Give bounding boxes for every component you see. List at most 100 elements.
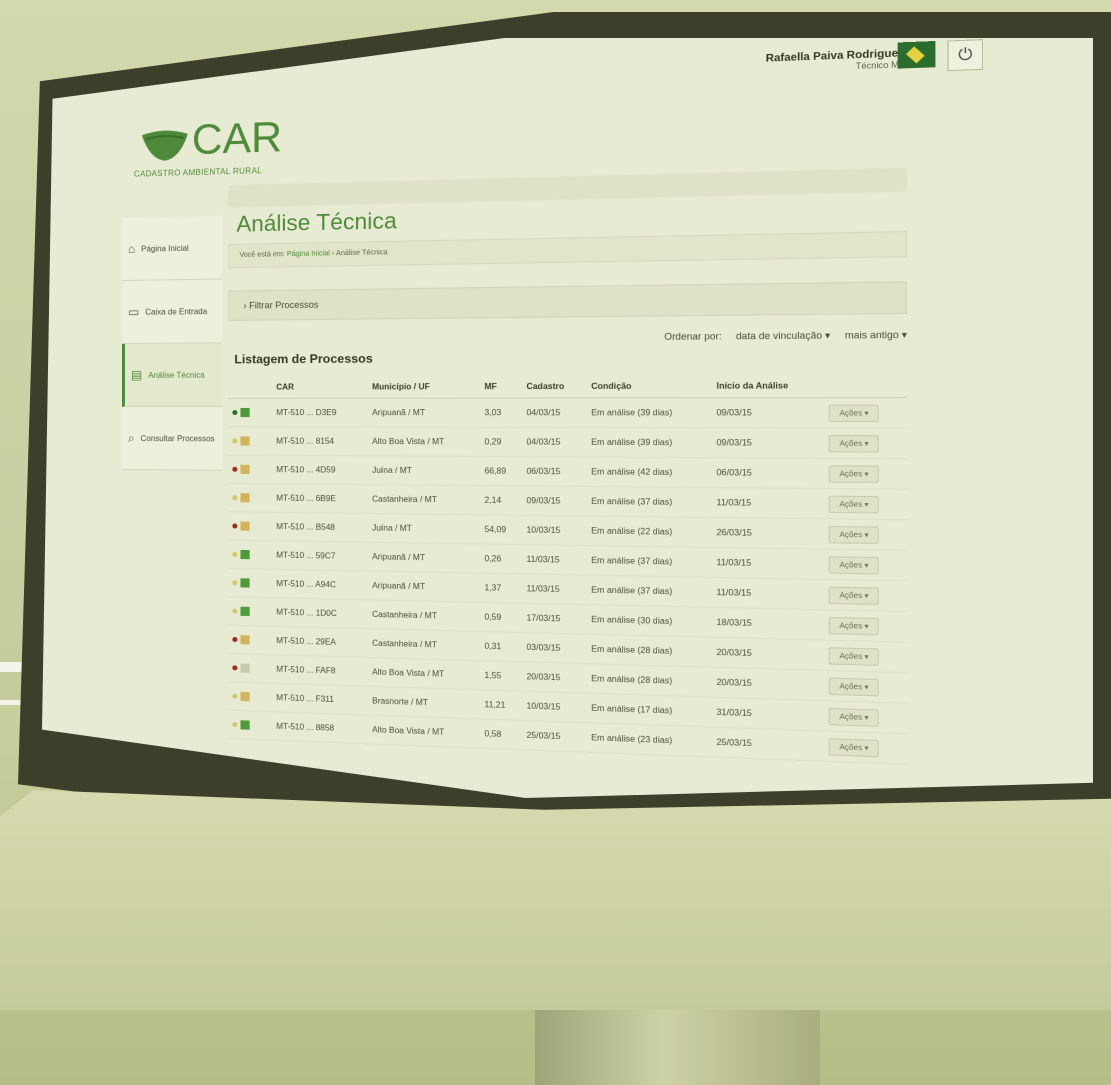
status-cell: [228, 540, 273, 570]
mf-cell: 1,37: [480, 573, 523, 604]
filter-label: Filtrar Processos: [249, 299, 319, 311]
actions-button[interactable]: Ações ▾: [829, 676, 880, 696]
actions-cell: Ações ▾: [824, 488, 908, 520]
cadastro-cell: 06/03/15: [522, 456, 587, 487]
mf-cell: 2,14: [480, 485, 523, 516]
status-dot: [232, 551, 238, 557]
inicio-cell: 25/03/15: [711, 727, 825, 762]
status-square: [240, 436, 250, 446]
mf-cell: 0,31: [480, 631, 523, 662]
inicio-cell: 06/03/15: [711, 457, 825, 489]
actions-cell: Ações ▾: [824, 458, 908, 490]
municipio-cell: Aripuanã / MT: [367, 571, 481, 603]
actions-button[interactable]: Ações ▾: [829, 555, 880, 574]
search-icon: ⌕: [127, 430, 135, 445]
mf-cell: 1,55: [480, 660, 523, 692]
folder-icon: ▤: [130, 367, 143, 382]
status-dot: [232, 608, 238, 614]
inicio-cell: 26/03/15: [711, 517, 825, 550]
inicio-cell: 09/03/15: [711, 397, 825, 428]
municipio-cell: Alto Boa Vista / MT: [367, 657, 481, 690]
status-dot: [232, 466, 238, 472]
status-dot: [232, 438, 238, 444]
sidebar-item-analise-tecnica[interactable]: ▤ Análise Técnica: [122, 343, 223, 407]
status-dot: [232, 579, 238, 586]
state-flag-icon: [897, 40, 936, 69]
home-icon: ⌂: [127, 241, 136, 256]
inbox-icon: ▭: [127, 304, 140, 319]
actions-button[interactable]: Ações ▾: [829, 525, 880, 544]
status-cell: [228, 511, 273, 541]
actions-button[interactable]: Ações ▾: [829, 646, 880, 666]
actions-cell: Ações ▾: [824, 700, 908, 734]
actions-cell: Ações ▾: [824, 579, 908, 612]
actions-button[interactable]: Ações ▾: [829, 737, 880, 757]
monitor-screen: CAR CADASTRO AMBIENTAL RURAL Rafaella Pa…: [42, 38, 1093, 798]
sidebar-item-consultar-processos[interactable]: ⌕ Consultar Processos: [122, 406, 223, 471]
mf-cell: 11,21: [480, 689, 523, 721]
sort-controls: Ordenar por: data de vinculação ▾ mais a…: [228, 329, 907, 346]
municipio-cell: Castanheira / MT: [367, 628, 481, 661]
sidebar-item-label: Página Inicial: [141, 243, 189, 254]
condicao-cell: Em análise (23 dias): [586, 722, 712, 757]
breadcrumb-prefix: Você está em:: [239, 251, 285, 259]
actions-button[interactable]: Ações ▾: [829, 586, 880, 605]
car-cell: MT-510 ... 1D0C: [272, 597, 368, 629]
process-table: CAR Município / UF MF Cadastro Condição …: [228, 374, 908, 765]
status-cell: [228, 596, 273, 627]
filter-processes-toggle[interactable]: › Filtrar Processos: [228, 281, 908, 321]
actions-button[interactable]: Ações ▾: [829, 404, 880, 422]
sort-order-select[interactable]: mais antigo ▾: [845, 329, 907, 340]
status-cell: [228, 681, 273, 712]
inicio-cell: 11/03/15: [711, 547, 825, 580]
actions-button[interactable]: Ações ▾: [829, 495, 880, 513]
status-square: [240, 578, 250, 588]
table-header: Condição: [586, 374, 712, 398]
car-cell: MT-510 ... 29EA: [272, 626, 368, 658]
table-header-row: CAR Município / UF MF Cadastro Condição …: [228, 374, 908, 399]
status-cell: [228, 483, 273, 513]
condicao-cell: Em análise (17 dias): [586, 693, 712, 728]
actions-button[interactable]: Ações ▾: [829, 616, 880, 635]
sidebar-item-caixa-entrada[interactable]: ▭ Caixa de Entrada: [122, 279, 223, 344]
table-header: CAR: [272, 376, 368, 399]
condicao-cell: Em análise (37 dias): [586, 575, 712, 608]
mf-cell: 66,89: [480, 456, 523, 486]
inicio-cell: 09/03/15: [711, 427, 825, 459]
sort-field-select[interactable]: data de vinculação ▾: [736, 330, 830, 342]
status-square: [240, 606, 250, 617]
mf-cell: 0,29: [480, 427, 523, 457]
status-square: [240, 663, 250, 674]
sidebar-item-pagina-inicial[interactable]: ⌂ Página Inicial: [122, 215, 223, 281]
breadcrumb-home-link[interactable]: Página Inicial: [287, 250, 330, 258]
list-title: Listagem de Processos: [234, 351, 373, 367]
mf-cell: 3,03: [480, 398, 523, 428]
sort-label: Ordenar por:: [664, 330, 722, 342]
condicao-cell: Em análise (39 dias): [586, 427, 712, 458]
monitor: CAR CADASTRO AMBIENTAL RURAL Rafaella Pa…: [0, 0, 1111, 1085]
actions-cell: Ações ▾: [824, 549, 908, 581]
status-cell: [228, 568, 273, 598]
condicao-cell: Em análise (37 dias): [586, 486, 712, 518]
cadastro-cell: 10/03/15: [522, 691, 587, 723]
mf-cell: 0,58: [480, 718, 523, 750]
table-body: MT-510 ... D3E9 Aripuanã / MT 3,03 04/03/15…: [228, 397, 908, 765]
condicao-cell: Em análise (22 dias): [586, 516, 712, 548]
condicao-cell: Em análise (37 dias): [586, 545, 712, 578]
actions-button[interactable]: Ações ▾: [829, 707, 880, 727]
actions-button[interactable]: Ações ▾: [829, 434, 880, 452]
condicao-cell: Em análise (42 dias): [586, 456, 712, 488]
status-square: [240, 720, 250, 730]
actions-cell: Ações ▾: [824, 427, 908, 459]
condicao-cell: Em análise (39 dias): [586, 397, 712, 428]
actions-button[interactable]: Ações ▾: [829, 464, 880, 483]
leaf-logo-icon: [140, 129, 188, 162]
cadastro-cell: 11/03/15: [522, 573, 587, 605]
municipio-cell: Aripuanã / MT: [367, 542, 481, 574]
car-cell: MT-510 ... 6B9E: [272, 483, 368, 514]
logout-icon[interactable]: ⏻: [947, 39, 984, 72]
actions-cell: Ações ▾: [824, 670, 908, 704]
car-cell: MT-510 ... 4D59: [272, 455, 368, 485]
car-cell: MT-510 ... D3E9: [272, 398, 368, 428]
status-square: [240, 550, 250, 560]
